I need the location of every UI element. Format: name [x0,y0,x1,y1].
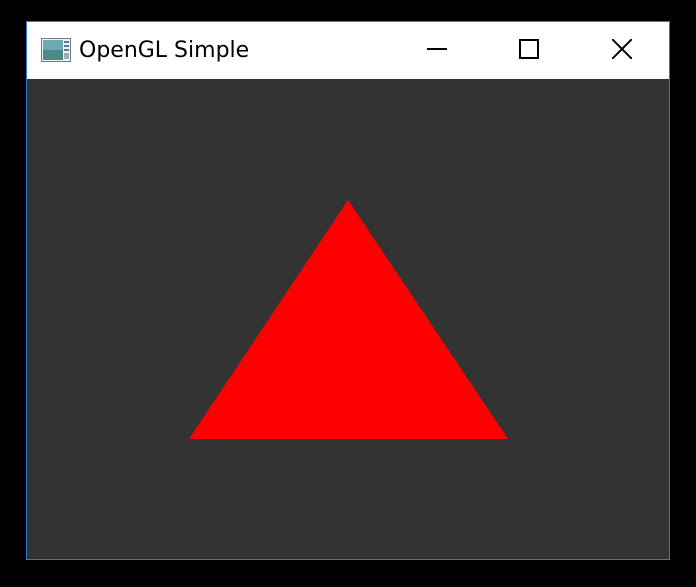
opengl-viewport[interactable] [27,79,669,559]
red-triangle [189,200,508,439]
maximize-icon [519,38,539,63]
minimize-icon [427,39,447,63]
window-title: OpenGL Simple [79,38,250,63]
render-canvas [189,200,508,439]
close-icon [611,37,633,63]
maximize-button[interactable] [483,22,575,79]
app-window: OpenGL Simple [26,21,670,560]
minimize-button[interactable] [391,22,483,79]
title-bar[interactable]: OpenGL Simple [27,22,669,79]
opengl-app-icon [41,38,71,62]
close-button[interactable] [575,22,669,79]
